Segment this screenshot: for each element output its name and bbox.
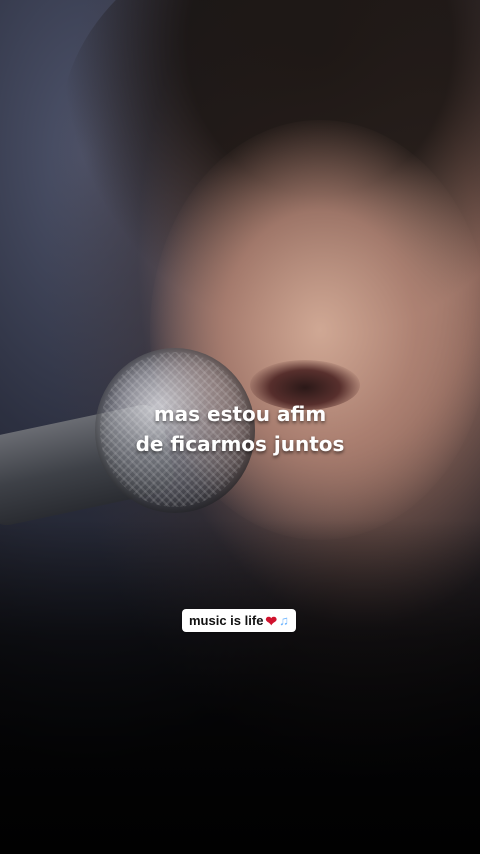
video-frame[interactable]: mas estou afim de ficarmos juntos music … [0, 0, 480, 854]
lyrics-line-2: de ficarmos juntos [135, 432, 345, 456]
red-heart-icon: ❤ [265, 612, 278, 629]
badge-text: music is life [189, 613, 264, 628]
lyrics-caption: mas estou afim de ficarmos juntos [0, 399, 480, 459]
lyrics-line-1: mas estou afim [153, 402, 327, 426]
music-is-life-badge[interactable]: music is life ❤ ♫ [182, 609, 296, 632]
bottom-shade [0, 520, 480, 854]
music-notes-icon: ♫ [279, 613, 289, 628]
